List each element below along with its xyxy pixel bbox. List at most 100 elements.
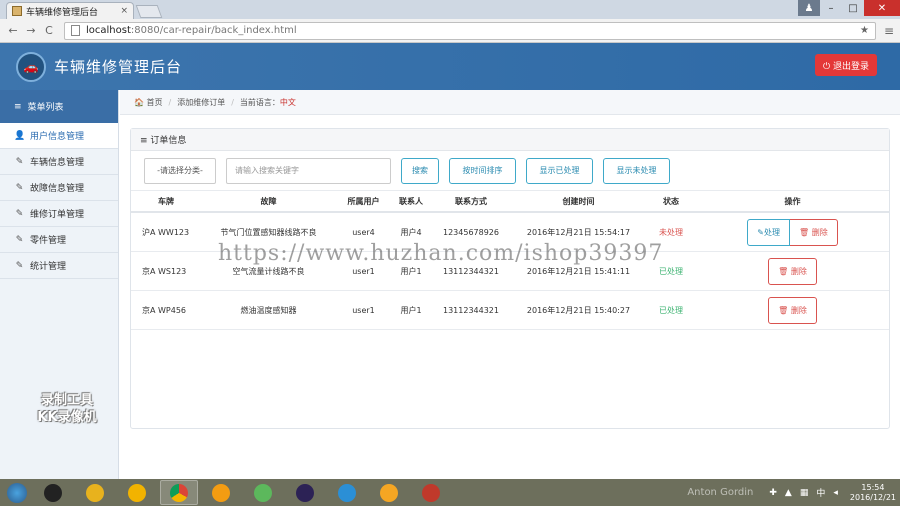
taskbar-chrome[interactable] [160, 480, 198, 505]
search-input[interactable]: 请输入搜索关键字 [226, 157, 391, 184]
cell-plate: 京A WS123 [142, 266, 187, 276]
forward-icon[interactable]: → [22, 24, 40, 37]
breadcrumb: 🏠 首页 / 添加维修订单 / 当前语言： 中文 [120, 90, 900, 115]
sidebar-item-label: 用户信息管理 [30, 132, 85, 142]
taskbar-app-green[interactable] [118, 480, 156, 505]
sidebar-item-label: 车辆信息管理 [30, 158, 85, 168]
cell-phone: 13112344321 [443, 266, 499, 276]
back-icon[interactable]: ← [4, 24, 22, 37]
edit-icon: ✎ [15, 156, 24, 167]
url-field[interactable]: localhost:8080/car-repair/back_index.htm… [64, 21, 876, 40]
sidebar-item-repair-orders[interactable]: ✎ 维修订单管理 [0, 201, 118, 227]
sidebar-item-parts[interactable]: ✎ 零件管理 [0, 227, 118, 253]
delete-button[interactable]: 🗑 删除 [768, 257, 817, 285]
user-icon: 👤 [14, 130, 26, 141]
sort-by-time-button[interactable]: 按时间排序 [449, 157, 516, 184]
sidebar-item-label: 零件管理 [30, 236, 67, 246]
app-green-icon [128, 483, 146, 502]
current-language-value: 中文 [279, 97, 296, 107]
tray-network-icon[interactable]: ▦ [800, 488, 809, 498]
process-button[interactable]: ✎处理 [747, 218, 790, 246]
browser-tab-title: 车辆维修管理后台 [26, 7, 99, 18]
cell-fault: 燃油温度感知器 [240, 305, 297, 315]
profile-icon[interactable]: ♟ [798, 0, 820, 16]
cell-created: 2016年12月21日 15:41:11 [526, 266, 631, 276]
cell-created: 2016年12月21日 15:40:27 [526, 305, 631, 315]
qq-icon [44, 483, 62, 502]
breadcrumb-home[interactable]: 🏠 首页 [134, 97, 163, 108]
delete-button[interactable]: 🗑 删除 [768, 296, 817, 324]
taskbar-clock[interactable]: 15:54 2016/12/21 [850, 483, 896, 503]
filter-toolbar: -请选择分类- 请输入搜索关键字 搜索 按时间排序 显示已处理 显示未处理 [131, 151, 889, 191]
search-button[interactable]: 搜索 [401, 157, 439, 184]
category-select[interactable]: -请选择分类- [144, 157, 216, 184]
col-phone: 联系方式 [455, 196, 487, 206]
sidebar-item-vehicle-info[interactable]: ✎ 车辆信息管理 [0, 149, 118, 175]
ghost-username: Anton Gordin [687, 487, 754, 498]
sidebar-item-label: 故障信息管理 [30, 184, 85, 194]
current-language-label: 当前语言： [239, 97, 280, 107]
sidebar-item-statistics[interactable]: ✎ 统计管理 [0, 253, 118, 279]
sidebar-item-label: 维修订单管理 [30, 210, 85, 220]
taskbar-edge[interactable] [328, 480, 366, 505]
taskbar-qq[interactable] [34, 480, 72, 505]
window-close-icon[interactable]: ✕ [864, 0, 900, 16]
taskbar-eclipse[interactable] [286, 480, 324, 505]
delete-button[interactable]: 🗑 删除 [790, 218, 838, 246]
taskbar-recorder[interactable] [412, 480, 450, 505]
logout-button[interactable]: ⏻ 退出登录 [815, 54, 877, 76]
maximize-icon[interactable]: □ [842, 0, 864, 16]
tray-plus-icon[interactable]: ✚ [769, 488, 777, 498]
minimize-icon[interactable]: – [820, 0, 842, 16]
order-info-panel: ≡ 订单信息 -请选择分类- 请输入搜索关键字 搜索 按时间排序 显示已处理 显… [130, 128, 890, 429]
table-header: 车牌 故障 所属用户 联系人 联系方式 创建时间 状态 操作 [131, 191, 889, 213]
page-info-icon[interactable] [71, 25, 80, 36]
menu-list-header: ≡ 菜单列表 [0, 90, 118, 123]
edit-icon: ✎ [15, 182, 24, 193]
clock-time: 15:54 [861, 482, 885, 492]
recorder-watermark: 录制工具 KK录像机 [37, 393, 97, 425]
clock-date: 2016/12/21 [849, 492, 896, 502]
breadcrumb-current: 添加维修订单 [177, 97, 226, 107]
col-contact: 联系人 [399, 196, 423, 206]
address-bar: ← → C localhost:8080/car-repair/back_ind… [0, 19, 900, 43]
list-icon: ≡ [14, 101, 22, 112]
taskbar-ie[interactable] [76, 480, 114, 505]
sidebar-item-user-info[interactable]: 👤 用户信息管理 [0, 123, 118, 149]
taskbar-wifi[interactable] [202, 480, 240, 505]
col-fault: 故障 [260, 196, 277, 206]
menu-list-label: 菜单列表 [27, 103, 64, 113]
tab-close-icon[interactable]: × [120, 6, 128, 16]
chrome-icon [170, 483, 188, 502]
taskbar-media[interactable] [370, 480, 408, 505]
cell-contact: 用户1 [400, 266, 422, 276]
browser-menu-icon[interactable]: ≡ [882, 24, 896, 38]
bookmark-star-icon[interactable]: ★ [860, 25, 869, 36]
cell-created: 2016年12月21日 15:54:17 [526, 227, 631, 237]
edit-icon: ✎ [15, 260, 24, 271]
col-user: 所属用户 [347, 196, 380, 206]
reload-icon[interactable]: C [40, 24, 58, 37]
cell-phone: 13112344321 [443, 305, 499, 315]
taskbar-360[interactable] [244, 480, 282, 505]
cell-fault: 节气门位置感知器线路不良 [220, 227, 317, 237]
browser-tab[interactable]: 车辆维修管理后台 × [6, 2, 134, 19]
system-tray: Anton Gordin ✚ ▲ ▦ 中 ◂ 15:54 2016/12/21 [687, 479, 896, 506]
show-processed-button[interactable]: 显示已处理 [526, 157, 593, 184]
browser-tab-bar: 车辆维修管理后台 × ♟ – □ ✕ [0, 0, 900, 19]
new-tab-button[interactable] [135, 5, 163, 18]
page-favicon-icon [12, 6, 22, 16]
url-text: localhost:8080/car-repair/back_index.htm… [86, 25, 297, 36]
col-actions: 操作 [784, 196, 801, 206]
tray-arrow-icon[interactable]: ▲ [785, 488, 792, 498]
cell-user: user1 [352, 266, 375, 276]
app-header: 🚗 车辆维修管理后台 ⏻ 退出登录 [0, 43, 900, 90]
start-button[interactable] [0, 479, 34, 506]
sidebar-item-fault-info[interactable]: ✎ 故障信息管理 [0, 175, 118, 201]
tray-volume-icon[interactable]: ◂ [833, 488, 838, 498]
cell-plate: 京A WP456 [142, 305, 187, 315]
table-row: 京A WP456 燃油温度感知器 user1 用户1 13112344321 2… [131, 291, 889, 330]
show-unprocessed-button[interactable]: 显示未处理 [603, 157, 670, 184]
media-icon [380, 483, 398, 502]
tray-lang[interactable]: 中 [816, 486, 825, 499]
